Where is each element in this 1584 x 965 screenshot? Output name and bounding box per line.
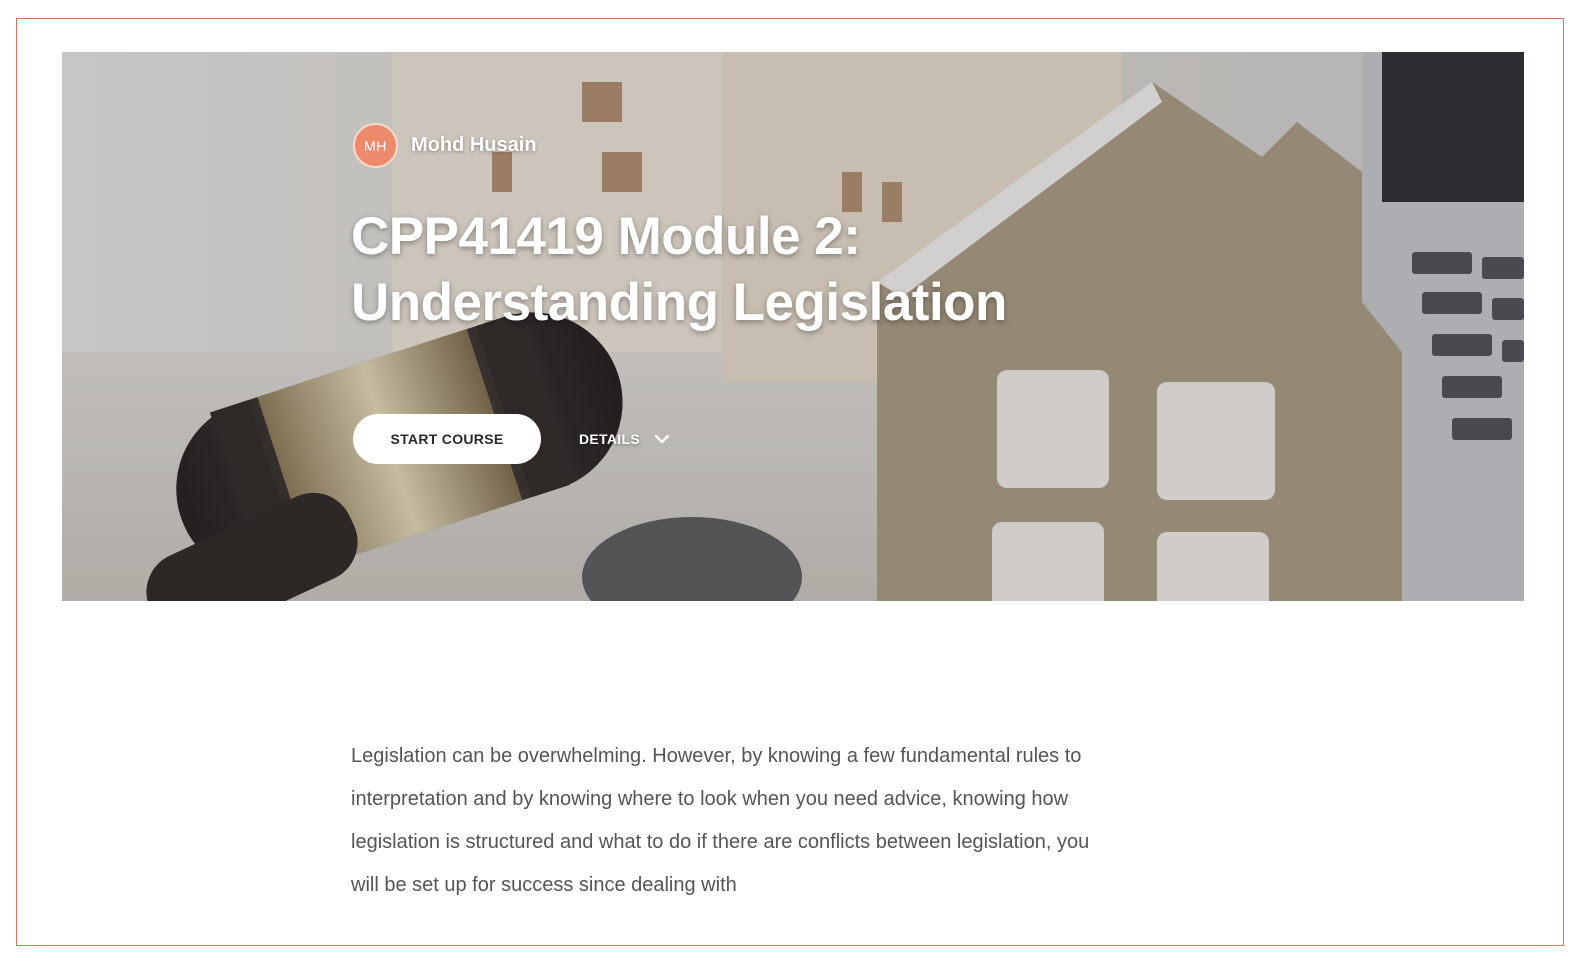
chevron-down-icon — [654, 434, 670, 444]
course-title: CPP41419 Module 2: Understanding Legisla… — [351, 204, 1171, 336]
course-title-line-1: CPP41419 Module 2: — [351, 207, 861, 266]
course-author: MH Mohd Husain — [353, 123, 537, 168]
course-description: Legislation can be overwhelming. However… — [351, 745, 1090, 896]
course-title-line-2: Understanding Legislation — [351, 273, 1007, 332]
course-hero-banner: MH Mohd Husain CPP41419 Module 2: Unders… — [62, 52, 1524, 601]
details-toggle-button[interactable]: DETAILS — [579, 424, 670, 454]
start-course-button[interactable]: START COURSE — [353, 414, 541, 464]
author-name: Mohd Husain — [411, 134, 537, 156]
details-label: DETAILS — [579, 431, 640, 447]
avatar: MH — [353, 123, 398, 168]
